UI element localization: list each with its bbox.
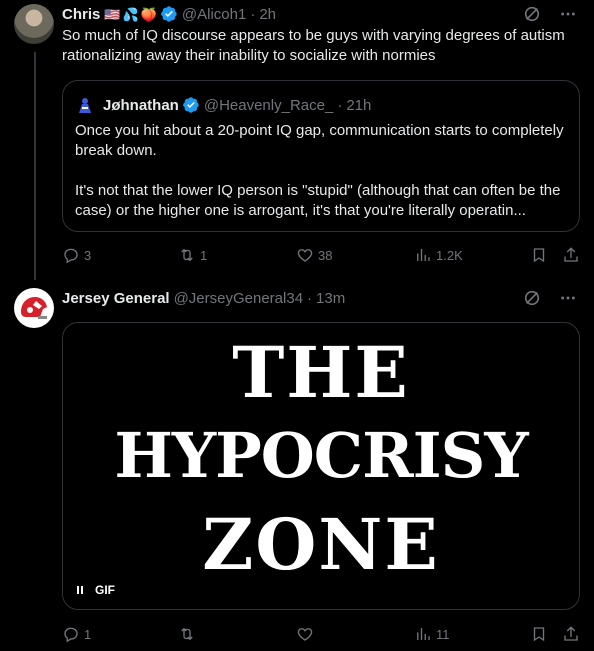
view-count: 1.2K [436, 247, 463, 263]
author-name[interactable]: Jersey General [62, 290, 170, 307]
separator-dot: · [307, 289, 313, 307]
verified-badge-icon [182, 96, 200, 114]
gif-text-line-2: HYPOCRISY [114, 419, 528, 492]
bookmark-button[interactable] [530, 245, 548, 265]
gif-controls[interactable]: GIF [77, 583, 115, 597]
avatar[interactable] [14, 288, 54, 328]
view-count: 11 [436, 626, 450, 642]
more-options-icon[interactable] [558, 288, 578, 308]
quoted-tweet-text: Once you hit about a 20-point IQ gap, co… [75, 121, 571, 221]
quoted-author-handle[interactable]: @Heavenly_Race_ [204, 97, 333, 114]
separator-dot: · [337, 96, 343, 114]
timestamp[interactable]: 2h [259, 6, 276, 23]
views-button[interactable]: 11 [414, 624, 450, 644]
analytics-icon [417, 628, 430, 640]
avatar[interactable] [14, 4, 54, 44]
gif-label: GIF [95, 583, 115, 597]
share-button[interactable] [562, 624, 580, 644]
quoted-text-paragraph-2: It's not that the lower IQ person is "st… [75, 182, 561, 219]
gif-text-line-3: ZONE [202, 503, 440, 586]
heart-icon [297, 249, 313, 262]
share-button[interactable] [562, 245, 580, 265]
like-count: 38 [318, 247, 333, 263]
gif-text-line-1: THE [232, 331, 410, 414]
bookmark-icon [533, 248, 545, 263]
share-icon [564, 626, 578, 641]
tweet-header: Jersey General @JerseyGeneral34 · 13m [62, 288, 345, 308]
grok-icon[interactable] [522, 288, 542, 308]
gif-media[interactable]: THE HYPOCRISY ZONE GIF [62, 322, 580, 610]
repost-button[interactable] [178, 624, 200, 644]
tweet-action-bar: 3 1 38 1.2K [62, 245, 582, 265]
quoted-author-name[interactable]: Jøhnathan [103, 97, 179, 114]
quoted-text-paragraph-1: Once you hit about a 20-point IQ gap, co… [75, 122, 564, 159]
quoted-avatar [75, 95, 95, 115]
sweat-droplets-emoji: 💦 [122, 6, 139, 22]
verified-badge-icon [160, 5, 178, 23]
tweet-action-bar: 1 11 [62, 624, 582, 644]
reply-button[interactable]: 1 [62, 624, 91, 644]
bookmark-button[interactable] [530, 624, 548, 644]
views-button[interactable]: 1.2K [414, 245, 463, 265]
timestamp[interactable]: 13m [316, 290, 345, 307]
pause-icon[interactable] [77, 586, 83, 594]
grok-icon[interactable] [522, 4, 542, 24]
tweet-text: So much of IQ discourse appears to be gu… [62, 27, 565, 64]
reply-icon [64, 627, 78, 643]
repost-icon [181, 248, 193, 262]
repost-icon [181, 627, 193, 641]
tweet-chris[interactable]: Chris 🇺🇸 💦 🍑 @Alicoh1 · 2h So much of IQ… [0, 0, 594, 280]
author-handle[interactable]: @Alicoh1 [182, 6, 246, 23]
author-name[interactable]: Chris [62, 6, 100, 23]
separator-dot: · [250, 5, 256, 23]
reply-count: 1 [84, 626, 92, 642]
like-button[interactable]: 38 [296, 245, 332, 265]
share-icon [564, 247, 578, 262]
quoted-tweet[interactable]: Jøhnathan @Heavenly_Race_ · 21h Once you… [62, 80, 580, 232]
repost-count: 1 [200, 247, 208, 263]
tweet-header: Chris 🇺🇸 💦 🍑 @Alicoh1 · 2h [62, 4, 276, 24]
reply-count: 3 [84, 247, 92, 263]
tweet-top-actions [522, 288, 578, 308]
author-handle[interactable]: @JerseyGeneral34 [174, 290, 303, 307]
quoted-timestamp[interactable]: 21h [346, 97, 371, 114]
tweet-top-actions [522, 4, 578, 24]
reply-icon [64, 248, 78, 264]
analytics-icon [417, 249, 430, 261]
flag-us-emoji: 🇺🇸 [104, 6, 121, 22]
more-options-icon[interactable] [558, 4, 578, 24]
like-button[interactable] [296, 624, 318, 644]
reply-button[interactable]: 3 [62, 245, 91, 265]
repost-button[interactable]: 1 [178, 245, 207, 265]
quoted-tweet-header: Jøhnathan @Heavenly_Race_ · 21h [75, 95, 371, 115]
peach-emoji: 🍑 [140, 6, 157, 22]
bookmark-icon [533, 627, 545, 642]
heart-icon [297, 628, 313, 641]
